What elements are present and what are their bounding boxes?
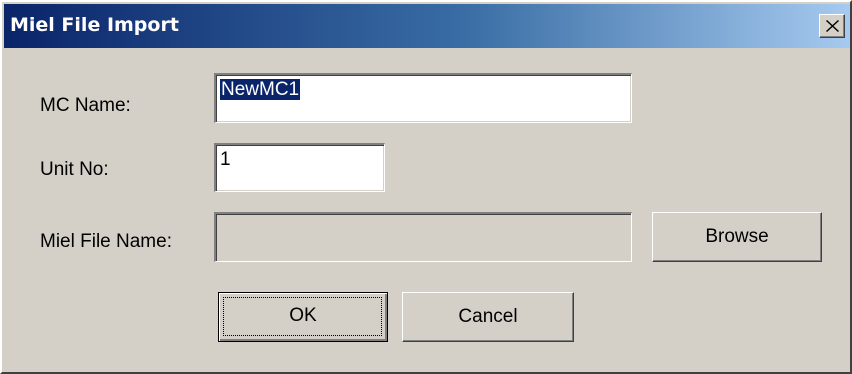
dialog-window: Miel File Import MC Name: NewMC1 Unit No… bbox=[0, 0, 852, 374]
close-button[interactable] bbox=[819, 14, 845, 38]
ok-button-label: OK bbox=[289, 305, 317, 326]
browse-button[interactable]: Browse bbox=[652, 212, 822, 262]
unit-no-label: Unit No: bbox=[40, 159, 109, 180]
unit-no-input[interactable]: 1 bbox=[214, 143, 385, 192]
title-bar[interactable]: Miel File Import bbox=[4, 4, 850, 48]
miel-file-name-input[interactable] bbox=[214, 212, 632, 262]
mc-name-value: NewMC1 bbox=[220, 79, 301, 100]
close-icon bbox=[826, 20, 839, 32]
miel-file-name-label: Miel File Name: bbox=[40, 231, 172, 252]
unit-no-value: 1 bbox=[220, 149, 231, 170]
mc-name-label: MC Name: bbox=[40, 95, 131, 116]
mc-name-input[interactable]: NewMC1 bbox=[214, 73, 632, 123]
cancel-button[interactable]: Cancel bbox=[402, 292, 574, 342]
ok-button[interactable]: OK bbox=[218, 292, 388, 342]
window-title: Miel File Import bbox=[10, 14, 179, 36]
